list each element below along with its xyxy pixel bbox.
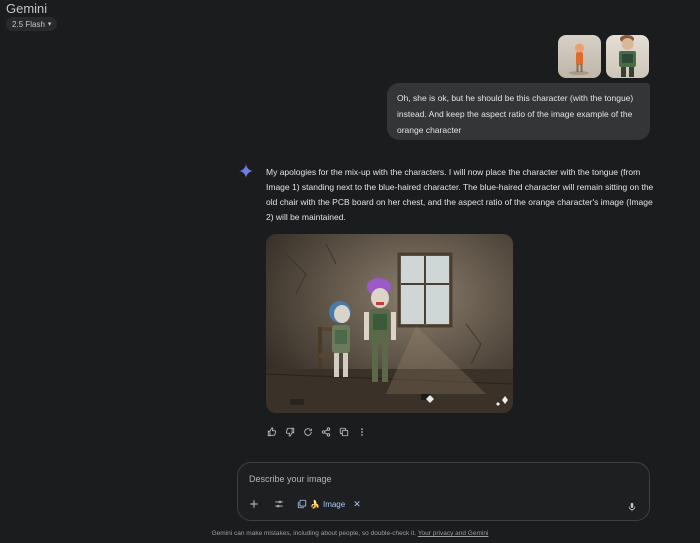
attachment-thumbnail-2[interactable] <box>606 35 649 78</box>
gemini-spark-icon <box>239 164 253 178</box>
model-label: 2.5 Flash <box>12 19 45 29</box>
image-tool-icon <box>297 499 307 509</box>
tools-icon <box>275 500 283 508</box>
microphone-icon <box>628 502 636 512</box>
generated-image[interactable] <box>266 234 513 413</box>
image-tool-chip[interactable]: 🍌 Image ✕ <box>297 499 361 510</box>
privacy-link[interactable]: Your privacy and Gemini <box>418 530 489 537</box>
composer: 🍌 Image ✕ <box>237 462 650 521</box>
composer-tools: 🍌 Image ✕ <box>248 498 361 510</box>
plus-icon <box>250 500 258 508</box>
response-text: My apologies for the mix-up with the cha… <box>266 167 654 222</box>
disclaimer: Gemini can make mistakes, including abou… <box>0 530 700 537</box>
caret-down-icon: ▾ <box>47 20 52 28</box>
attachment-thumbnail-1[interactable] <box>558 35 601 78</box>
share-button[interactable] <box>320 426 331 437</box>
copy-icon <box>339 427 348 436</box>
remove-tool-icon[interactable]: ✕ <box>353 499 361 510</box>
thumbs-up-button[interactable] <box>266 426 277 437</box>
image-tool-label: Image <box>322 499 346 509</box>
share-icon <box>321 426 330 437</box>
thumbs-down-button[interactable] <box>284 426 295 437</box>
thumbs-down-icon <box>285 427 294 437</box>
response-actions <box>266 426 367 437</box>
thumbs-up-icon <box>267 426 276 436</box>
app-title: Gemini <box>6 1 48 16</box>
prompt-input[interactable] <box>249 472 629 486</box>
regenerate-button[interactable] <box>302 426 313 437</box>
more-icon <box>360 427 363 436</box>
disclaimer-text: Gemini can make mistakes, including abou… <box>211 530 417 537</box>
user-message-bubble: Oh, she is ok, but he should be this cha… <box>387 83 650 140</box>
copy-button[interactable] <box>338 426 349 437</box>
regenerate-icon <box>303 427 312 436</box>
more-options-button[interactable] <box>356 426 367 437</box>
add-button[interactable] <box>248 498 260 510</box>
banana-icon: 🍌 <box>310 499 320 509</box>
user-attachments <box>558 35 649 78</box>
tools-button[interactable] <box>273 498 285 510</box>
microphone-button[interactable] <box>627 499 637 517</box>
model-selector[interactable]: 2.5 Flash ▾ <box>6 17 58 31</box>
